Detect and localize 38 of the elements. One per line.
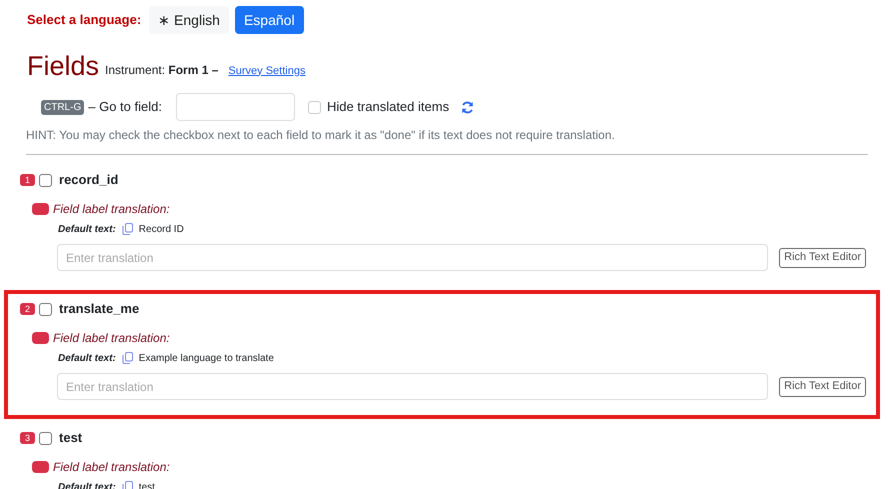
language-label: Select a language: — [27, 11, 142, 30]
hide-translated-label: Hide translated items — [326, 98, 450, 116]
shortcut-badge: CTRL-G — [41, 100, 84, 114]
page-title: Fields — [27, 50, 100, 82]
checkbox[interactable] — [308, 100, 321, 114]
field-number-badge: 3 — [20, 432, 36, 444]
checkbox[interactable] — [39, 302, 52, 316]
default-text: Record ID — [138, 222, 184, 236]
checkbox[interactable] — [39, 432, 52, 444]
refresh-icon[interactable] — [461, 100, 474, 114]
goto-field[interactable] — [176, 93, 295, 121]
translation-label: Field label translation: — [53, 459, 170, 476]
copy-icon[interactable] — [122, 223, 133, 235]
hint-text: HINT: You may check the checkbox next to each field to mark it as "done" if its text does not require translation. — [26, 127, 616, 144]
default-text-label: Default text: — [58, 352, 116, 366]
rich-text-editor-button[interactable]: Rich Text Editor — [779, 248, 866, 268]
status-pill — [32, 203, 49, 215]
language-button[interactable]: ∗ English — [149, 6, 229, 34]
field-name: translate_me — [59, 300, 140, 318]
translation-label: Field label translation: — [53, 201, 170, 218]
field-number-badge: 1 — [20, 174, 36, 186]
survey-settings-link[interactable]: Survey Settings — [228, 62, 306, 79]
checkbox[interactable] — [39, 174, 52, 186]
status-pill — [32, 332, 49, 344]
default-text: Example language to translate — [138, 352, 274, 366]
field-name: record_id — [59, 171, 118, 190]
copy-icon[interactable] — [122, 352, 133, 364]
translation-field[interactable]: Enter translation — [57, 244, 768, 271]
field-number-badge: 2 — [20, 303, 36, 315]
rich-text-editor-button[interactable]: Rich Text Editor — [779, 376, 866, 396]
default-text-label: Default text: — [58, 222, 116, 236]
goto-label: – Go to field: — [88, 98, 162, 116]
translation-field[interactable]: Enter translation — [57, 373, 768, 400]
translation-label: Field label translation: — [53, 330, 170, 347]
status-pill — [32, 461, 49, 473]
language-button[interactable]: Español — [234, 6, 304, 34]
field-name: test — [59, 429, 82, 448]
instrument-text: Instrument: Form 1 – — [105, 62, 218, 79]
